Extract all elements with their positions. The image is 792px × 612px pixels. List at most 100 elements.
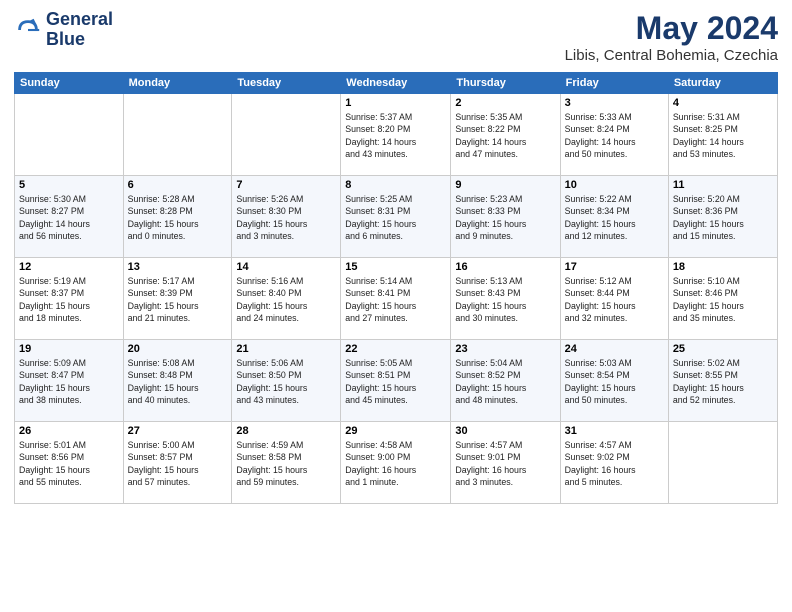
day-number: 6 bbox=[128, 179, 228, 191]
day-number: 12 bbox=[19, 261, 119, 273]
day-info: Sunrise: 5:06 AMSunset: 8:50 PMDaylight:… bbox=[236, 357, 336, 406]
day-number: 19 bbox=[19, 343, 119, 355]
day-info: Sunrise: 5:23 AMSunset: 8:33 PMDaylight:… bbox=[455, 193, 555, 242]
calendar-cell: 14Sunrise: 5:16 AMSunset: 8:40 PMDayligh… bbox=[232, 258, 341, 340]
calendar-cell: 15 Sunrise: 5:14 AMSunset: 8:41 PMDayligh… bbox=[341, 258, 451, 340]
day-number: 2 bbox=[455, 97, 555, 109]
title-block: May 2024 Libis, Central Bohemia, Czechia bbox=[565, 10, 778, 64]
day-number: 11 bbox=[673, 179, 773, 191]
day-number: 27 bbox=[128, 425, 228, 437]
day-info: Sunrise: 5:30 AMSunset: 8:27 PMDaylight:… bbox=[19, 193, 119, 242]
day-number: 7 bbox=[236, 179, 336, 191]
day-number: 8 bbox=[345, 179, 446, 191]
calendar-cell: 18 Sunrise: 5:10 AMSunset: 8:46 PMDayligh… bbox=[668, 258, 777, 340]
day-number: 3 bbox=[565, 97, 664, 109]
calendar-cell: 21 Sunrise: 5:06 AMSunset: 8:50 PMDayligh… bbox=[232, 340, 341, 422]
day-info: Sunrise: 5:25 AMSunset: 8:31 PMDaylight:… bbox=[345, 193, 446, 242]
day-info: Sunrise: 4:57 AMSunset: 9:01 PMDaylight:… bbox=[455, 439, 555, 488]
calendar-cell: 6Sunrise: 5:28 AMSunset: 8:28 PMDaylight… bbox=[123, 176, 232, 258]
page-header: General Blue May 2024 Libis, Central Boh… bbox=[14, 10, 778, 64]
day-info: Sunrise: 5:08 AMSunset: 8:48 PMDaylight:… bbox=[128, 357, 228, 406]
day-number: 5 bbox=[19, 179, 119, 191]
day-info: Sunrise: 5:35 AMSunset: 8:22 PMDaylight:… bbox=[455, 111, 555, 160]
calendar-cell: 13 Sunrise: 5:17 AMSunset: 8:39 PMDayligh… bbox=[123, 258, 232, 340]
day-number: 9 bbox=[455, 179, 555, 191]
calendar-cell: 2 Sunrise: 5:35 AMSunset: 8:22 PMDaylight… bbox=[451, 94, 560, 176]
day-number: 24 bbox=[565, 343, 664, 355]
logo-text: General Blue bbox=[46, 10, 113, 50]
day-info: Sunrise: 5:09 AMSunset: 8:47 PMDaylight:… bbox=[19, 357, 119, 406]
calendar-cell: 16 Sunrise: 5:13 AMSunset: 8:43 PMDayligh… bbox=[451, 258, 560, 340]
day-header-saturday: Saturday bbox=[668, 73, 777, 94]
day-number: 21 bbox=[236, 343, 336, 355]
calendar-cell: 9 Sunrise: 5:23 AMSunset: 8:33 PMDaylight… bbox=[451, 176, 560, 258]
calendar-cell: 28Sunrise: 4:59 AMSunset: 8:58 PMDayligh… bbox=[232, 422, 341, 504]
day-header-thursday: Thursday bbox=[451, 73, 560, 94]
calendar-header-row: SundayMondayTuesdayWednesdayThursdayFrid… bbox=[15, 73, 778, 94]
logo: General Blue bbox=[14, 10, 113, 50]
day-info: Sunrise: 5:26 AMSunset: 8:30 PMDaylight:… bbox=[236, 193, 336, 242]
day-number: 16 bbox=[455, 261, 555, 273]
calendar-cell bbox=[123, 94, 232, 176]
calendar-week-row: 5 Sunrise: 5:30 AMSunset: 8:27 PMDaylight… bbox=[15, 176, 778, 258]
day-info: Sunrise: 5:16 AMSunset: 8:40 PMDaylight:… bbox=[236, 275, 336, 324]
calendar-table: SundayMondayTuesdayWednesdayThursdayFrid… bbox=[14, 72, 778, 504]
location-subtitle: Libis, Central Bohemia, Czechia bbox=[565, 47, 778, 64]
day-info: Sunrise: 5:12 AMSunset: 8:44 PMDaylight:… bbox=[565, 275, 664, 324]
calendar-cell: 17 Sunrise: 5:12 AMSunset: 8:44 PMDayligh… bbox=[560, 258, 668, 340]
calendar-cell: 31Sunrise: 4:57 AMSunset: 9:02 PMDayligh… bbox=[560, 422, 668, 504]
calendar-cell: 12 Sunrise: 5:19 AMSunset: 8:37 PMDayligh… bbox=[15, 258, 124, 340]
day-info: Sunrise: 5:05 AMSunset: 8:51 PMDaylight:… bbox=[345, 357, 446, 406]
day-number: 1 bbox=[345, 97, 446, 109]
calendar-cell: 22 Sunrise: 5:05 AMSunset: 8:51 PMDayligh… bbox=[341, 340, 451, 422]
calendar-cell: 30 Sunrise: 4:57 AMSunset: 9:01 PMDayligh… bbox=[451, 422, 560, 504]
day-info: Sunrise: 5:37 AMSunset: 8:20 PMDaylight:… bbox=[345, 111, 446, 160]
day-info: Sunrise: 5:22 AMSunset: 8:34 PMDaylight:… bbox=[565, 193, 664, 242]
calendar-cell bbox=[668, 422, 777, 504]
day-info: Sunrise: 5:19 AMSunset: 8:37 PMDaylight:… bbox=[19, 275, 119, 324]
day-number: 17 bbox=[565, 261, 664, 273]
day-info: Sunrise: 5:03 AMSunset: 8:54 PMDaylight:… bbox=[565, 357, 664, 406]
day-info: Sunrise: 5:14 AMSunset: 8:41 PMDaylight:… bbox=[345, 275, 446, 324]
day-info: Sunrise: 5:10 AMSunset: 8:46 PMDaylight:… bbox=[673, 275, 773, 324]
day-info: Sunrise: 5:02 AMSunset: 8:55 PMDaylight:… bbox=[673, 357, 773, 406]
day-number: 15 bbox=[345, 261, 446, 273]
day-info: Sunrise: 5:01 AMSunset: 8:56 PMDaylight:… bbox=[19, 439, 119, 488]
day-header-friday: Friday bbox=[560, 73, 668, 94]
page-container: General Blue May 2024 Libis, Central Boh… bbox=[0, 0, 792, 612]
calendar-cell: 20Sunrise: 5:08 AMSunset: 8:48 PMDayligh… bbox=[123, 340, 232, 422]
day-number: 29 bbox=[345, 425, 446, 437]
day-info: Sunrise: 5:04 AMSunset: 8:52 PMDaylight:… bbox=[455, 357, 555, 406]
day-number: 30 bbox=[455, 425, 555, 437]
calendar-cell: 26 Sunrise: 5:01 AMSunset: 8:56 PMDayligh… bbox=[15, 422, 124, 504]
calendar-week-row: 1 Sunrise: 5:37 AMSunset: 8:20 PMDaylight… bbox=[15, 94, 778, 176]
day-info: Sunrise: 4:59 AMSunset: 8:58 PMDaylight:… bbox=[236, 439, 336, 488]
calendar-cell: 27 Sunrise: 5:00 AMSunset: 8:57 PMDayligh… bbox=[123, 422, 232, 504]
day-info: Sunrise: 4:58 AMSunset: 9:00 PMDaylight:… bbox=[345, 439, 446, 488]
calendar-cell: 24 Sunrise: 5:03 AMSunset: 8:54 PMDayligh… bbox=[560, 340, 668, 422]
day-number: 26 bbox=[19, 425, 119, 437]
calendar-cell: 29 Sunrise: 4:58 AMSunset: 9:00 PMDayligh… bbox=[341, 422, 451, 504]
logo-icon bbox=[14, 16, 42, 44]
month-year-title: May 2024 bbox=[565, 10, 778, 47]
day-number: 13 bbox=[128, 261, 228, 273]
day-info: Sunrise: 5:17 AMSunset: 8:39 PMDaylight:… bbox=[128, 275, 228, 324]
calendar-cell: 8 Sunrise: 5:25 AMSunset: 8:31 PMDaylight… bbox=[341, 176, 451, 258]
calendar-cell: 25Sunrise: 5:02 AMSunset: 8:55 PMDayligh… bbox=[668, 340, 777, 422]
calendar-cell: 19 Sunrise: 5:09 AMSunset: 8:47 PMDayligh… bbox=[15, 340, 124, 422]
calendar-cell bbox=[232, 94, 341, 176]
day-number: 18 bbox=[673, 261, 773, 273]
day-info: Sunrise: 5:00 AMSunset: 8:57 PMDaylight:… bbox=[128, 439, 228, 488]
calendar-cell: 10 Sunrise: 5:22 AMSunset: 8:34 PMDayligh… bbox=[560, 176, 668, 258]
calendar-cell: 7 Sunrise: 5:26 AMSunset: 8:30 PMDaylight… bbox=[232, 176, 341, 258]
calendar-week-row: 26 Sunrise: 5:01 AMSunset: 8:56 PMDayligh… bbox=[15, 422, 778, 504]
day-number: 4 bbox=[673, 97, 773, 109]
day-info: Sunrise: 5:13 AMSunset: 8:43 PMDaylight:… bbox=[455, 275, 555, 324]
calendar-week-row: 19 Sunrise: 5:09 AMSunset: 8:47 PMDayligh… bbox=[15, 340, 778, 422]
day-number: 10 bbox=[565, 179, 664, 191]
day-info: Sunrise: 4:57 AMSunset: 9:02 PMDaylight:… bbox=[565, 439, 664, 488]
day-number: 22 bbox=[345, 343, 446, 355]
day-header-wednesday: Wednesday bbox=[341, 73, 451, 94]
day-header-sunday: Sunday bbox=[15, 73, 124, 94]
calendar-cell bbox=[15, 94, 124, 176]
